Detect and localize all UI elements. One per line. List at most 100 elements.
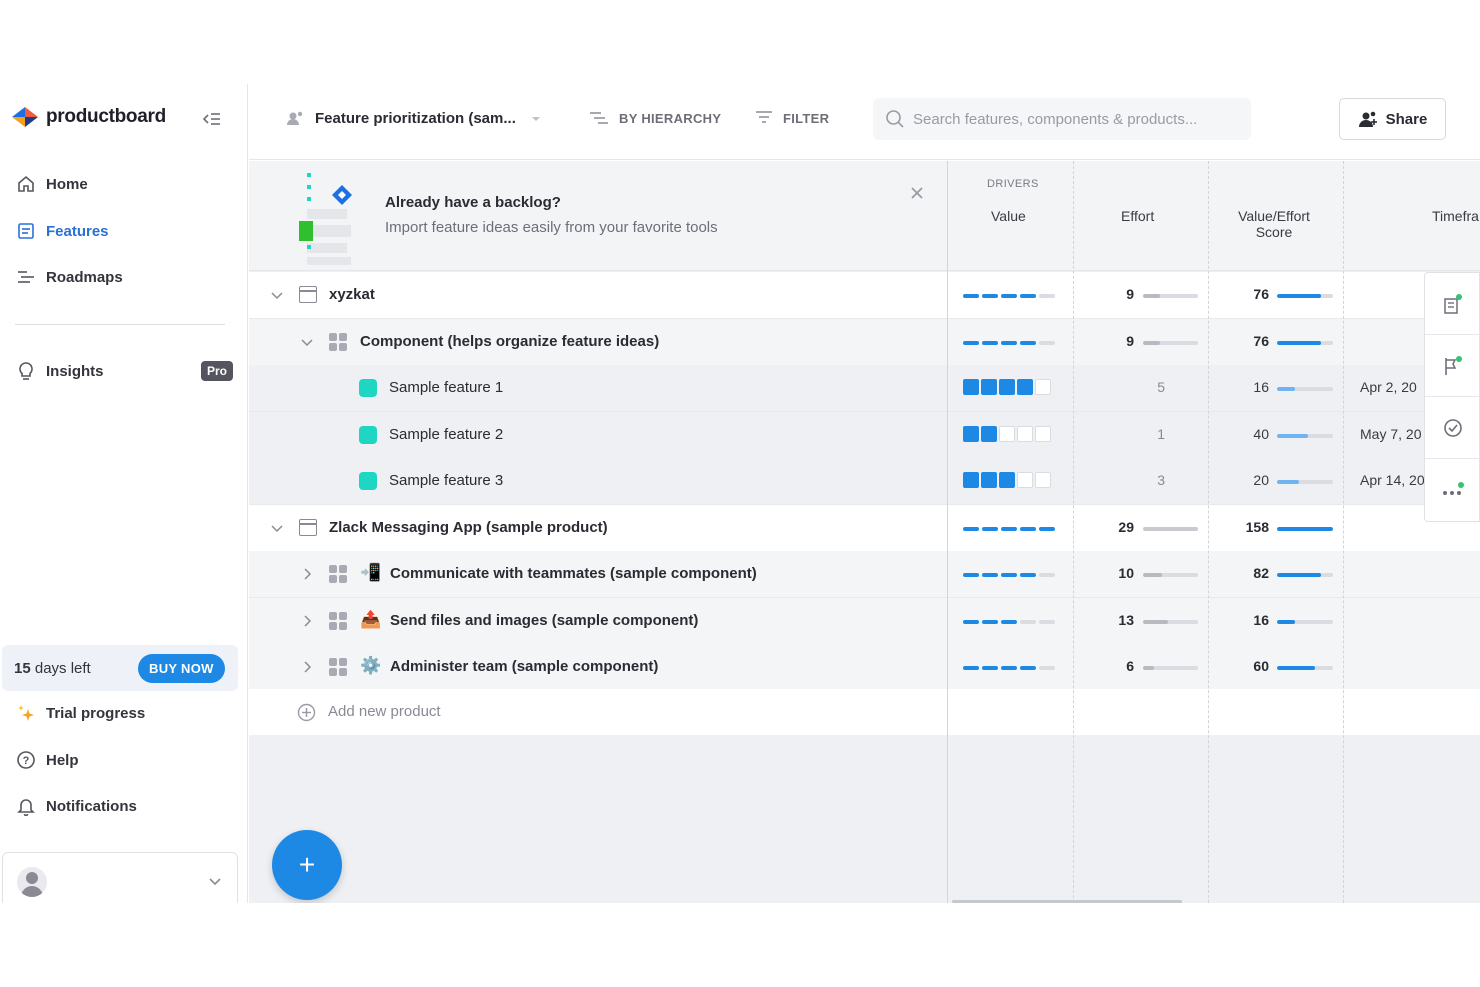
table-row[interactable]: Zlack Messaging App (sample product) 29 15… <box>249 505 1480 552</box>
flag-icon <box>1445 355 1462 375</box>
row-name[interactable]: Zlack Messaging App (sample product) <box>329 519 608 536</box>
score-bar <box>1277 480 1333 484</box>
table-row[interactable]: xyzkat 9 76 <box>249 272 1480 319</box>
col-timeframe[interactable]: Timefra <box>1432 208 1479 224</box>
row-name[interactable]: Sample feature 2 <box>389 426 503 443</box>
table-row[interactable]: 📲 Communicate with teammates (sample comp… <box>249 551 1480 598</box>
row-name[interactable]: Send files and images (sample component) <box>390 612 698 629</box>
table-row[interactable]: Sample feature 2 1 40 May 7, 20 <box>249 412 1480 459</box>
board-selector[interactable]: Feature prioritization (sam... <box>285 108 516 128</box>
table-row[interactable]: Component (helps organize feature ideas)… <box>249 319 1480 366</box>
toolbar-board-button[interactable] <box>1425 273 1480 335</box>
effort-bar <box>1143 620 1198 624</box>
nav-trial-progress-label: Trial progress <box>46 704 146 722</box>
table-row[interactable]: ⚙️ Administer team (sample component) 6 60 <box>249 644 1480 691</box>
score-bar <box>1277 573 1333 577</box>
hierarchy-button[interactable]: BY HIERARCHY <box>589 110 721 126</box>
nav-roadmaps[interactable]: Roadmaps <box>16 267 123 287</box>
table-row[interactable]: 📤 Send files and images (sample component… <box>249 598 1480 645</box>
nav-insights[interactable]: Insights <box>16 361 104 381</box>
nav-notifications[interactable]: Notifications <box>16 796 137 816</box>
nav-home[interactable]: Home <box>16 174 88 194</box>
nav-trial-progress[interactable]: Trial progress <box>16 703 145 723</box>
row-name[interactable]: Component (helps organize feature ideas) <box>360 333 659 350</box>
effort-bar <box>1143 573 1198 577</box>
caret-down-icon[interactable] <box>531 115 541 123</box>
row-name[interactable]: Administer team (sample component) <box>390 658 658 675</box>
drivers-label: DRIVERS <box>987 178 1039 190</box>
chevron-right-icon[interactable] <box>301 615 313 627</box>
effort-value[interactable]: 1 <box>1125 426 1165 442</box>
component-emoji-icon: ⚙️ <box>360 656 382 675</box>
effort-bar <box>1143 341 1198 345</box>
effort-value: 10 <box>1118 565 1134 581</box>
effort-value[interactable]: 5 <box>1125 379 1165 395</box>
table-row[interactable]: Sample feature 1 5 16 Apr 2, 20 <box>249 365 1480 412</box>
col-sep-value <box>1073 161 1074 903</box>
logo[interactable]: productboard <box>12 106 166 128</box>
effort-bar <box>1143 666 1198 670</box>
features-icon <box>18 223 34 239</box>
score-value: 20 <box>1253 472 1269 488</box>
search-box[interactable] <box>873 98 1251 140</box>
import-banner: Already have a backlog? Import feature i… <box>249 161 947 271</box>
add-fab-button[interactable]: + <box>272 830 342 900</box>
col-sep-score <box>1343 161 1344 903</box>
banner-title: Already have a backlog? <box>385 194 561 211</box>
row-name[interactable]: Communicate with teammates (sample compo… <box>390 565 757 582</box>
value-blocks[interactable] <box>963 472 1051 488</box>
chevron-down-icon[interactable] <box>271 289 283 301</box>
toolbar-roadmap-button[interactable] <box>1425 335 1480 397</box>
productboard-logo-icon <box>12 107 38 127</box>
buy-now-button[interactable]: BUY NOW <box>138 654 225 683</box>
score-value: 76 <box>1253 286 1269 302</box>
table-row[interactable]: Sample feature 3 3 20 Apr 14, 20 <box>249 458 1480 505</box>
effort-bar <box>1143 527 1198 531</box>
share-button[interactable]: Share <box>1339 98 1446 140</box>
timeframe-value[interactable]: May 7, 20 <box>1360 426 1421 442</box>
component-icon <box>329 565 347 583</box>
row-name[interactable]: Sample feature 1 <box>389 379 503 396</box>
chevron-down-icon[interactable] <box>301 336 313 348</box>
avatar <box>17 867 47 897</box>
row-name[interactable]: Sample feature 3 <box>389 472 503 489</box>
feature-table: Already have a backlog? Import feature i… <box>249 161 1480 903</box>
filter-button[interactable]: FILTER <box>755 110 829 126</box>
value-blocks[interactable] <box>963 379 1051 395</box>
timeframe-value[interactable]: Apr 2, 20 <box>1360 379 1417 395</box>
app-window: productboard Home Features Roadmaps Insi… <box>0 84 1480 903</box>
column-headers: DRIVERS Value Effort Value/Effort Score … <box>948 161 1480 271</box>
chevron-right-icon[interactable] <box>301 661 313 673</box>
horizontal-scrollbar[interactable] <box>952 900 1182 903</box>
row-name[interactable]: xyzkat <box>329 286 375 303</box>
search-input[interactable] <box>913 110 1233 128</box>
user-menu[interactable] <box>2 852 238 903</box>
col-score[interactable]: Value/Effort Score <box>1226 208 1322 240</box>
score-value: 40 <box>1253 426 1269 442</box>
home-icon <box>18 175 34 192</box>
chevron-down-icon[interactable] <box>271 522 283 534</box>
add-new-product[interactable]: Add new product <box>249 689 947 735</box>
toolbar-more-button[interactable] <box>1425 459 1480 521</box>
score-bar <box>1277 387 1333 391</box>
import-illustration-icon <box>299 173 352 265</box>
toolbar-status-button[interactable] <box>1425 397 1480 459</box>
value-indicator <box>963 341 1055 345</box>
effort-value: 13 <box>1118 612 1134 628</box>
col-value[interactable]: Value <box>991 208 1026 224</box>
collapse-sidebar-icon[interactable] <box>202 110 222 128</box>
product-icon <box>299 519 317 536</box>
effort-value[interactable]: 3 <box>1125 472 1165 488</box>
chevron-right-icon[interactable] <box>301 568 313 580</box>
score-value: 16 <box>1253 612 1269 628</box>
bell-icon <box>17 799 35 816</box>
value-blocks[interactable] <box>963 426 1051 442</box>
col-effort[interactable]: Effort <box>1121 208 1154 224</box>
value-indicator <box>963 573 1055 577</box>
nav-features[interactable]: Features <box>16 221 109 241</box>
close-icon[interactable] <box>910 186 924 200</box>
timeframe-value[interactable]: Apr 14, 20 <box>1360 472 1425 488</box>
effort-value: 9 <box>1126 286 1134 302</box>
feature-icon <box>359 472 377 490</box>
nav-help[interactable]: ? Help <box>16 750 79 770</box>
